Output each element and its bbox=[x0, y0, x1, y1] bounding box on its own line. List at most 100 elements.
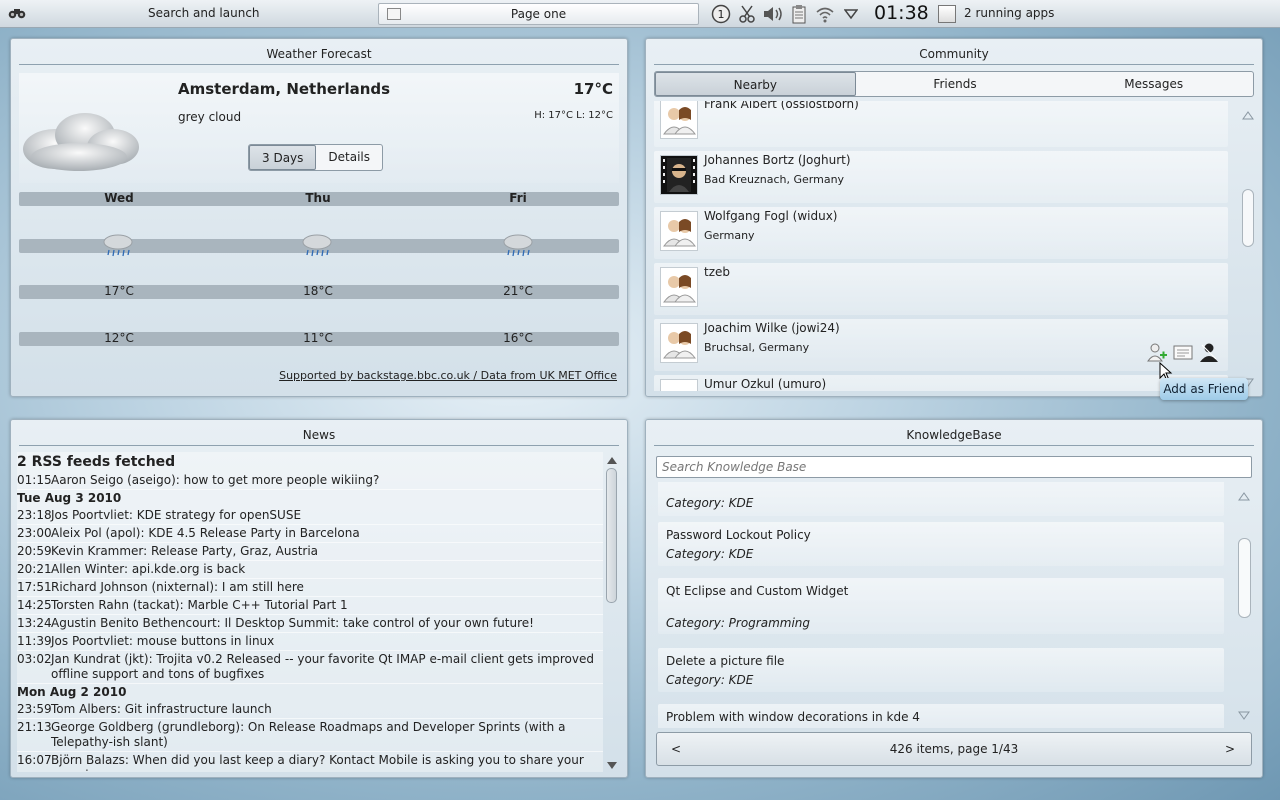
clipboard-icon[interactable] bbox=[788, 3, 810, 25]
forecast-day-thu: Thu bbox=[305, 191, 331, 205]
news-time: 14:25 bbox=[17, 598, 52, 612]
user-profile-icon[interactable] bbox=[1198, 341, 1220, 363]
running-apps-icon[interactable] bbox=[938, 5, 956, 23]
news-text: Björn Balazs: When did you last keep a d… bbox=[51, 753, 584, 772]
news-text: Agustin Benito Bethencourt: Il Desktop S… bbox=[51, 616, 534, 630]
weather-tabs: 3 Days Details bbox=[248, 144, 384, 171]
news-time: 01:15 bbox=[17, 473, 52, 487]
knowledgebase-search-input[interactable]: Search Knowledge Base bbox=[656, 456, 1252, 478]
page-label: Page one bbox=[510, 7, 567, 21]
next-page-button[interactable]: > bbox=[1225, 742, 1235, 756]
news-time: 13:24 bbox=[17, 616, 52, 630]
knowledgebase-title: KnowledgeBase bbox=[654, 428, 1254, 446]
scrollbar-thumb[interactable] bbox=[1242, 189, 1254, 247]
news-item[interactable]: 23:18 Jos Poortvliet: KDE strategy for op… bbox=[17, 507, 603, 525]
news-item[interactable]: 20:59 Kevin Krammer: Release Party, Graz,… bbox=[17, 543, 603, 561]
page-switcher[interactable]: Page one bbox=[378, 3, 699, 25]
news-item[interactable]: 17:51 Richard Johnson (nixternal): I am s… bbox=[17, 579, 603, 597]
news-item[interactable]: 01:15 Aaron Seigo (aseigo): how to get mo… bbox=[17, 472, 603, 490]
clock[interactable]: 01:38 bbox=[874, 2, 929, 24]
rain-cloud-icon bbox=[501, 233, 535, 259]
person-location: Bad Kreuznach, Germany bbox=[704, 173, 845, 186]
person-name: Joachim Wilke (jowi24) bbox=[704, 321, 840, 335]
weather-source-link[interactable]: Supported by backstage.bbc.co.uk / Data … bbox=[279, 369, 617, 382]
community-widget: Community Nearby Friends Messages Frank … bbox=[645, 38, 1263, 397]
news-time: 23:59 bbox=[17, 702, 52, 716]
list-item[interactable]: Category: KDE bbox=[658, 482, 1224, 516]
avatar bbox=[660, 323, 698, 363]
news-text: Richard Johnson (nixternal): I am still … bbox=[51, 580, 304, 594]
tab-nearby[interactable]: Nearby bbox=[655, 72, 856, 96]
wifi-icon[interactable] bbox=[814, 3, 836, 25]
scrollbar-thumb[interactable] bbox=[606, 468, 617, 603]
kb-category: Category: KDE bbox=[666, 547, 754, 561]
scroll-up-arrow[interactable] bbox=[1242, 109, 1254, 120]
knowledgebase-list: Category: KDE Password Lockout Policy Ca… bbox=[658, 482, 1224, 728]
tab-3-days[interactable]: 3 Days bbox=[249, 145, 317, 170]
news-item[interactable]: 23:59 Tom Albers: Git infrastructure laun… bbox=[17, 701, 603, 719]
tab-messages[interactable]: Messages bbox=[1054, 72, 1253, 96]
forecast-low-thu: 11°C bbox=[303, 331, 333, 345]
person-name: Frank Albert (ossiostborn) bbox=[704, 101, 859, 111]
running-apps-label[interactable]: 2 running apps bbox=[964, 6, 1054, 20]
rain-cloud-icon bbox=[101, 233, 135, 259]
person-name: Johannes Bortz (Joghurt) bbox=[704, 153, 851, 167]
scroll-up-arrow[interactable] bbox=[606, 454, 618, 464]
news-item[interactable]: 16:07 Björn Balazs: When did you last kee… bbox=[17, 752, 603, 772]
community-title: Community bbox=[654, 47, 1254, 65]
list-item[interactable]: tzeb bbox=[654, 263, 1228, 315]
chevron-down-icon[interactable] bbox=[840, 3, 862, 25]
people-list: Frank Albert (ossiostborn) Johannes Bort… bbox=[654, 101, 1228, 391]
news-time: 17:51 bbox=[17, 580, 52, 594]
scroll-up-arrow[interactable] bbox=[1238, 490, 1250, 501]
list-item[interactable]: Qt Eclipse and Custom Widget Category: P… bbox=[658, 578, 1224, 634]
tab-details[interactable]: Details bbox=[316, 145, 382, 170]
news-item[interactable]: 23:00 Aleix Pol (apol): KDE 4.5 Release P… bbox=[17, 525, 603, 543]
binoculars-icon[interactable] bbox=[8, 7, 26, 19]
news-item[interactable]: 21:13 George Goldberg (grundleborg): On R… bbox=[17, 719, 603, 752]
list-item[interactable]: Delete a picture file Category: KDE bbox=[658, 648, 1224, 692]
news-item[interactable]: 03:02 Jan Kundrat (jkt): Trojita v0.2 Rel… bbox=[17, 651, 603, 684]
news-item[interactable]: 14:25 Torsten Rahn (tackat): Marble C++ T… bbox=[17, 597, 603, 615]
list-item[interactable]: Problem with window decorations in kde 4 bbox=[658, 704, 1224, 728]
news-item[interactable]: 13:24 Agustin Benito Bethencourt: Il Desk… bbox=[17, 615, 603, 633]
news-text: George Goldberg (grundleborg): On Releas… bbox=[51, 720, 566, 749]
top-panel: Search and launch Page one 1 01:38 2 run… bbox=[0, 0, 1280, 28]
weather-condition: grey cloud bbox=[178, 110, 242, 124]
weather-title: Weather Forecast bbox=[19, 47, 619, 65]
rain-cloud-icon bbox=[300, 233, 334, 259]
avatar bbox=[660, 101, 698, 139]
news-item[interactable]: 20:21 Allen Winter: api.kde.org is back bbox=[17, 561, 603, 579]
news-list: 2 RSS feeds fetched 01:15 Aaron Seigo (as… bbox=[17, 452, 603, 772]
person-name: tzeb bbox=[704, 265, 731, 279]
scrollbar-thumb[interactable] bbox=[1238, 538, 1251, 618]
kb-category: Category: KDE bbox=[666, 673, 754, 687]
news-text: Kevin Krammer: Release Party, Graz, Aust… bbox=[51, 544, 319, 558]
scroll-down-arrow[interactable] bbox=[1238, 710, 1250, 720]
list-item[interactable]: Wolfgang Fogl (widux) Germany bbox=[654, 207, 1228, 259]
list-item[interactable]: Johannes Bortz (Joghurt) Bad Kreuznach, … bbox=[654, 151, 1228, 203]
person-actions bbox=[1146, 341, 1220, 363]
forecast-low-fri: 16°C bbox=[503, 331, 533, 345]
list-item[interactable]: Password Lockout Policy Category: KDE bbox=[658, 522, 1224, 566]
notifications-icon[interactable]: 1 bbox=[710, 3, 732, 25]
volume-icon[interactable] bbox=[762, 3, 784, 25]
news-time: 03:02 bbox=[17, 652, 52, 666]
add-friend-icon[interactable] bbox=[1146, 341, 1168, 363]
cloud-icon bbox=[15, 109, 143, 173]
news-item[interactable]: 11:39 Jos Poortvliet: mouse buttons in li… bbox=[17, 633, 603, 651]
list-item[interactable]: Umur Ozkul (umuro) bbox=[654, 375, 1228, 391]
forecast-day-fri: Fri bbox=[509, 191, 527, 205]
list-item[interactable]: Frank Albert (ossiostborn) bbox=[654, 101, 1228, 147]
weather-temperature: 17°C bbox=[573, 80, 613, 98]
forecast-day-wed: Wed bbox=[104, 191, 134, 205]
send-message-icon[interactable] bbox=[1172, 341, 1194, 363]
forecast-high-fri: 21°C bbox=[503, 284, 533, 298]
scroll-down-arrow[interactable] bbox=[606, 760, 618, 770]
list-item[interactable]: Joachim Wilke (jowi24) Bruchsal, Germany bbox=[654, 319, 1228, 371]
search-and-launch[interactable]: Search and launch bbox=[148, 6, 260, 20]
knowledgebase-widget: KnowledgeBase Search Knowledge Base Cate… bbox=[645, 419, 1263, 778]
tab-friends[interactable]: Friends bbox=[856, 72, 1055, 96]
news-time: 21:13 bbox=[17, 720, 52, 734]
scissors-icon[interactable] bbox=[736, 3, 758, 25]
